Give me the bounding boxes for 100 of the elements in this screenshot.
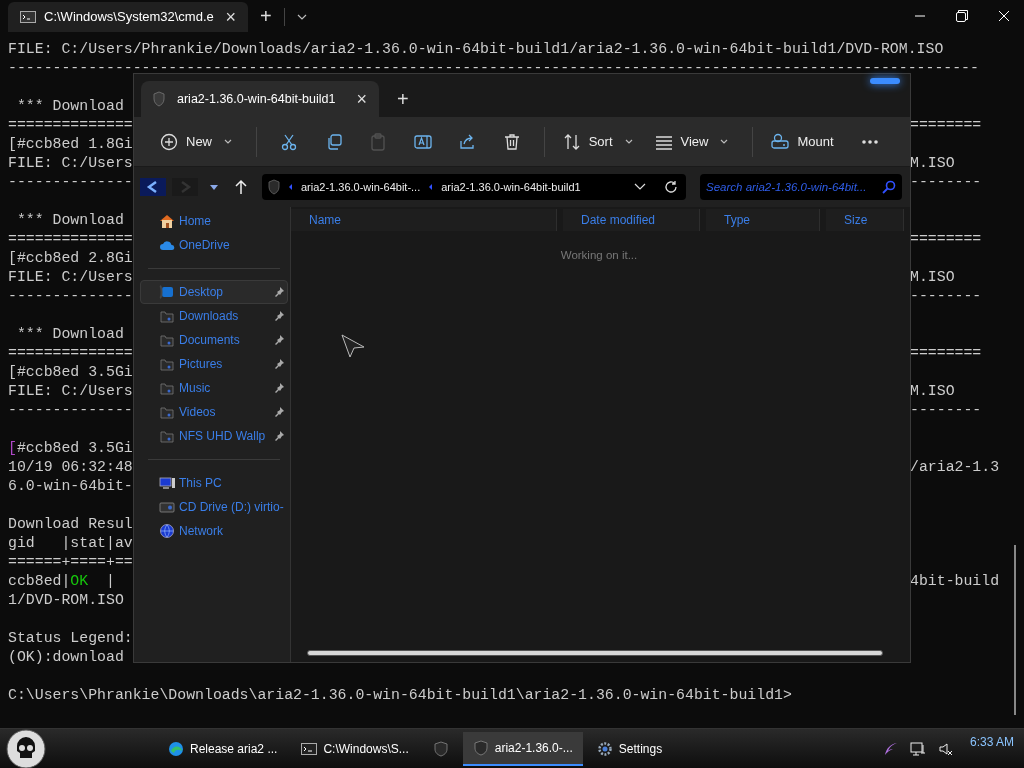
trash-icon — [502, 132, 521, 151]
chevron-down-icon[interactable] — [634, 183, 646, 191]
terminal-line: ============== — [8, 345, 133, 361]
folder-icon — [159, 356, 175, 372]
nav-item[interactable]: Documents — [140, 328, 288, 352]
toolbar-button[interactable]: Mount — [763, 125, 842, 158]
caret-icon — [624, 138, 633, 145]
column-header[interactable]: Date modified — [563, 209, 700, 231]
search-field[interactable]: Search aria2-1.36.0-win-64bit... — [700, 174, 902, 200]
nav-item[interactable]: CD Drive (D:) virtio- — [140, 495, 288, 519]
nav-item[interactable]: Home — [140, 209, 288, 233]
terminal-line: ======== — [910, 116, 982, 135]
folder-icon — [159, 404, 175, 420]
nav-item[interactable]: Videos — [140, 400, 288, 424]
nav-item[interactable]: Pictures — [140, 352, 288, 376]
nav-item[interactable]: OneDrive — [140, 233, 288, 257]
breadcrumb[interactable]: aria2-1.36.0-win-64bit-... — [301, 178, 421, 196]
toolbar-button[interactable]: View — [646, 125, 737, 158]
terminal-line: M.ISO — [910, 382, 955, 401]
terminal-line: FILE: C:/Users/Phrankie/Downloads/aria2-1.36.0-win-64bit-build1/aria2-1.36.0-win-64bit-build1/DVD-ROM.ISO — [8, 41, 944, 57]
terminal-line: -------- — [910, 401, 982, 420]
more-icon — [861, 139, 878, 144]
terminal-line: [#ccb8ed 3.5Gi — [8, 364, 133, 380]
skull-icon[interactable] — [6, 728, 46, 768]
horizontal-scrollbar[interactable] — [307, 650, 883, 656]
caret-icon[interactable] — [296, 13, 307, 21]
nav-item[interactable]: This PC — [140, 471, 288, 495]
new-tab-button[interactable]: + — [260, 6, 272, 26]
nav-item[interactable]: Desktop — [140, 280, 288, 304]
terminal-line: -------------- — [8, 402, 133, 418]
drive-icon — [159, 499, 175, 515]
muted-speaker-icon[interactable] — [937, 740, 954, 757]
taskbar-button[interactable]: aria2-1.36.0-... — [462, 731, 583, 766]
terminal-line: -------------- — [8, 288, 133, 304]
shield-icon — [268, 179, 280, 195]
nav-item[interactable]: Music — [140, 376, 288, 400]
address-bar[interactable]: aria2-1.36.0-win-64bit-... aria2-1.36.0-win-64bit-build1 — [262, 174, 686, 200]
computer-icon — [159, 475, 175, 491]
column-header[interactable]: Size — [826, 209, 904, 231]
back-icon[interactable] — [140, 178, 166, 196]
close-tab-button[interactable]: × — [225, 8, 236, 26]
terminal-line: /aria2-1.3 — [910, 458, 1000, 477]
sort-icon — [562, 132, 581, 151]
disc-drive-icon — [771, 132, 790, 151]
scrollbar[interactable] — [1014, 545, 1016, 715]
refresh-icon[interactable] — [664, 180, 678, 194]
terminal-line: Status Legend: — [8, 630, 133, 646]
clipboard-icon — [369, 132, 388, 151]
close-tab-button[interactable]: × — [356, 90, 367, 108]
maximize-icon[interactable] — [956, 10, 968, 22]
clock[interactable]: 6:33 AM — [969, 733, 1014, 751]
terminal-line: -------- — [910, 173, 982, 192]
taskbar-button[interactable]: Release aria2 ... — [158, 731, 288, 766]
terminal-tab[interactable]: C:\Windows\System32\cmd.e × — [8, 2, 248, 32]
terminal-icon — [20, 11, 36, 23]
chevron-icon — [428, 183, 434, 191]
explorer-tab[interactable]: aria2-1.36.0-win-64bit-build1 × — [141, 81, 379, 117]
network-icon[interactable] — [909, 740, 926, 757]
caret-icon[interactable] — [209, 183, 219, 191]
terminal-line: *** Download — [15, 212, 124, 228]
new-tab-button[interactable]: + — [397, 89, 409, 109]
taskbar-button[interactable]: C:\Windows\S... — [291, 731, 419, 766]
share-icon — [458, 132, 477, 151]
up-arrow-icon[interactable] — [234, 179, 248, 195]
desktop-icon — [159, 284, 175, 300]
toolbar-button[interactable]: Sort — [554, 125, 641, 158]
terminal-line: *** Download — [15, 326, 124, 342]
nav-item[interactable]: NFS UHD Wallp — [140, 424, 288, 448]
terminal-line: (OK):download — [8, 649, 124, 665]
column-header[interactable]: Name — [291, 209, 557, 231]
breadcrumb[interactable]: aria2-1.36.0-win-64bit-build1 — [441, 178, 581, 196]
folder-icon — [159, 380, 175, 396]
gear-icon — [596, 740, 613, 757]
chevron-icon — [288, 183, 293, 191]
column-header[interactable]: Type — [706, 209, 820, 231]
nav-item[interactable]: Downloads — [140, 304, 288, 328]
terminal-line: *** Download — [15, 98, 124, 114]
shield-icon — [153, 91, 165, 107]
close-icon[interactable] — [998, 10, 1010, 22]
taskbar-button[interactable]: Settings — [586, 731, 673, 766]
browser-icon — [168, 740, 184, 757]
feather-icon[interactable] — [883, 741, 898, 756]
terminal-line: gid |stat|av — [8, 535, 133, 551]
glow-light — [870, 78, 900, 84]
caret-icon — [720, 138, 729, 145]
terminal-line: ======== — [910, 344, 982, 363]
globe-icon — [159, 523, 175, 539]
search-icon — [882, 180, 896, 194]
scissors-icon — [280, 132, 299, 151]
toolbar-button[interactable]: New — [152, 125, 240, 158]
nav-item[interactable]: Network — [140, 519, 288, 543]
folder-icon — [159, 308, 175, 324]
terminal-line: 6.0-win-64bit- — [8, 478, 133, 494]
terminal-line: ======== — [910, 230, 982, 249]
terminal-line: ============== — [8, 231, 133, 247]
rename-icon — [413, 132, 432, 151]
terminal-line: [#ccb8ed 2.8Gi — [8, 250, 133, 266]
terminal-line: [#ccb8ed 3.5Gi — [8, 440, 133, 456]
terminal-line: ======+====+== — [8, 554, 133, 570]
terminal-line: M.ISO — [910, 154, 955, 173]
